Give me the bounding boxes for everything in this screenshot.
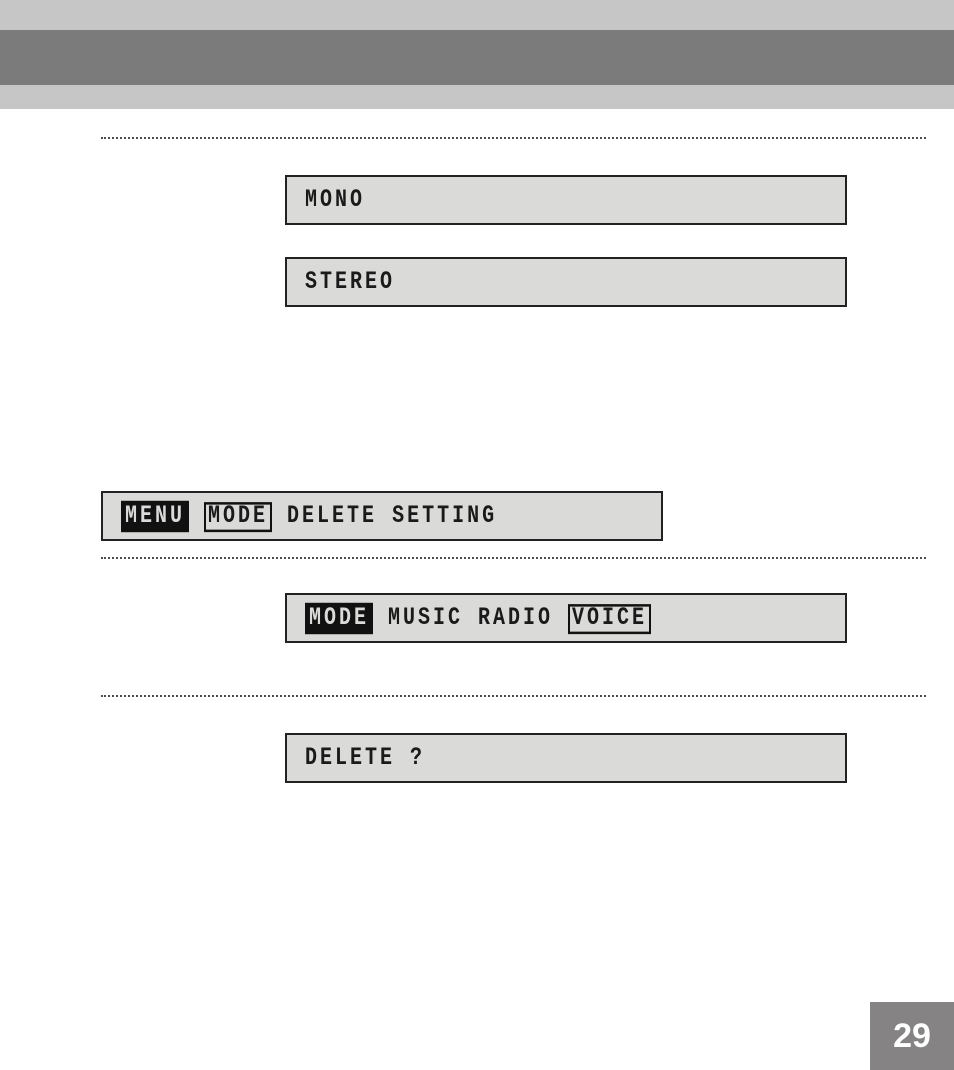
lcd-mono: MONO <box>285 175 847 225</box>
page-header <box>0 0 954 109</box>
page-number-tab: 29 <box>870 1002 954 1070</box>
header-band-light-top <box>0 0 954 30</box>
lcd-stereo-text: STEREO <box>305 268 395 297</box>
content-area: MONO STEREO MENU MODE DELETE SETTING MOD… <box>101 137 926 783</box>
header-band-light-bottom <box>0 85 954 109</box>
lcd-delete-setting: MENU MODE DELETE SETTING <box>101 491 663 541</box>
page-number: 29 <box>893 1017 931 1056</box>
lcd-mode-row-text: MODE MUSIC RADIO VOICE <box>305 602 651 633</box>
header-band-dark <box>0 30 954 85</box>
lcd-delete-setting-text: MENU MODE DELETE SETTING <box>121 500 497 531</box>
lcd-delete-confirm-text: DELETE ? <box>305 744 425 773</box>
lcd-mono-text: MONO <box>305 186 365 215</box>
lcd-mode-row: MODE MUSIC RADIO VOICE <box>285 593 847 643</box>
lcd-delete-confirm: DELETE ? <box>285 733 847 783</box>
lcd-stereo: STEREO <box>285 257 847 307</box>
